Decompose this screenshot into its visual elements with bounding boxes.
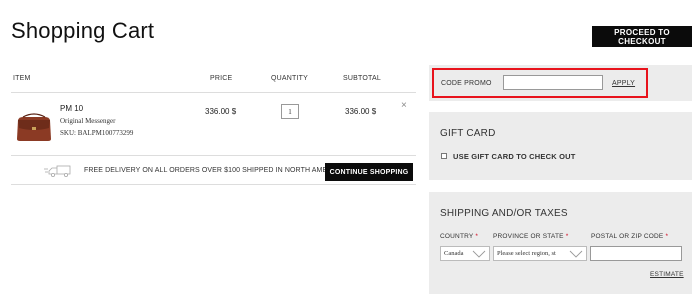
divider [11,184,416,185]
estimate-link[interactable]: ESTIMATE [650,271,684,278]
column-header-price: PRICE [210,75,233,82]
column-header-item: ITEM [13,75,31,82]
continue-shopping-button[interactable]: CONTINUE SHOPPING [325,163,413,181]
required-marker: * [475,233,479,240]
divider [11,155,416,156]
remove-item-icon[interactable]: × [401,101,407,111]
delivery-truck-icon [44,165,71,177]
quantity-input[interactable] [281,104,299,119]
divider [11,92,416,93]
use-gift-card-checkbox[interactable] [441,153,447,159]
gift-card-panel [429,112,692,180]
product-subtotal: 336.00 $ [345,107,377,116]
promo-code-input[interactable] [503,75,603,90]
country-label: COUNTRY * [440,233,479,240]
use-gift-card-label[interactable]: USE GIFT CARD TO CHECK OUT [453,152,576,161]
chevron-down-icon [472,250,486,258]
free-delivery-notice: FREE DELIVERY ON ALL ORDERS OVER $100 SH… [84,167,345,174]
product-description: Original Messenger [60,117,116,125]
apply-promo-link[interactable]: APPLY [612,80,635,87]
promo-code-label: CODE PROMO [441,80,492,87]
province-value: Please select region, st [497,250,556,257]
gift-card-title: GIFT CARD [440,128,496,139]
product-name[interactable]: PM 10 [60,104,83,113]
province-label: PROVINCE OR STATE * [493,233,569,240]
chevron-down-icon [569,250,583,258]
page-title: Shopping Cart [11,18,155,43]
province-select[interactable]: Please select region, st [493,246,587,261]
product-sku: SKU: BALPM100773299 [60,129,134,137]
country-value: Canada [444,250,464,257]
shipping-title: SHIPPING AND/OR TAXES [440,208,568,219]
country-select[interactable]: Canada [440,246,490,261]
messenger-bag-icon[interactable] [15,113,53,143]
proceed-to-checkout-button[interactable]: PROCEED TO CHECKOUT [592,26,692,47]
zip-code-input[interactable] [590,246,682,261]
column-header-subtotal: SUBTOTAL [343,75,381,82]
zip-label: POSTAL OR ZIP CODE * [591,233,669,240]
required-marker: * [665,233,669,240]
column-header-quantity: QUANTITY [271,75,308,82]
product-price: 336.00 $ [205,107,237,116]
required-marker: * [565,233,569,240]
